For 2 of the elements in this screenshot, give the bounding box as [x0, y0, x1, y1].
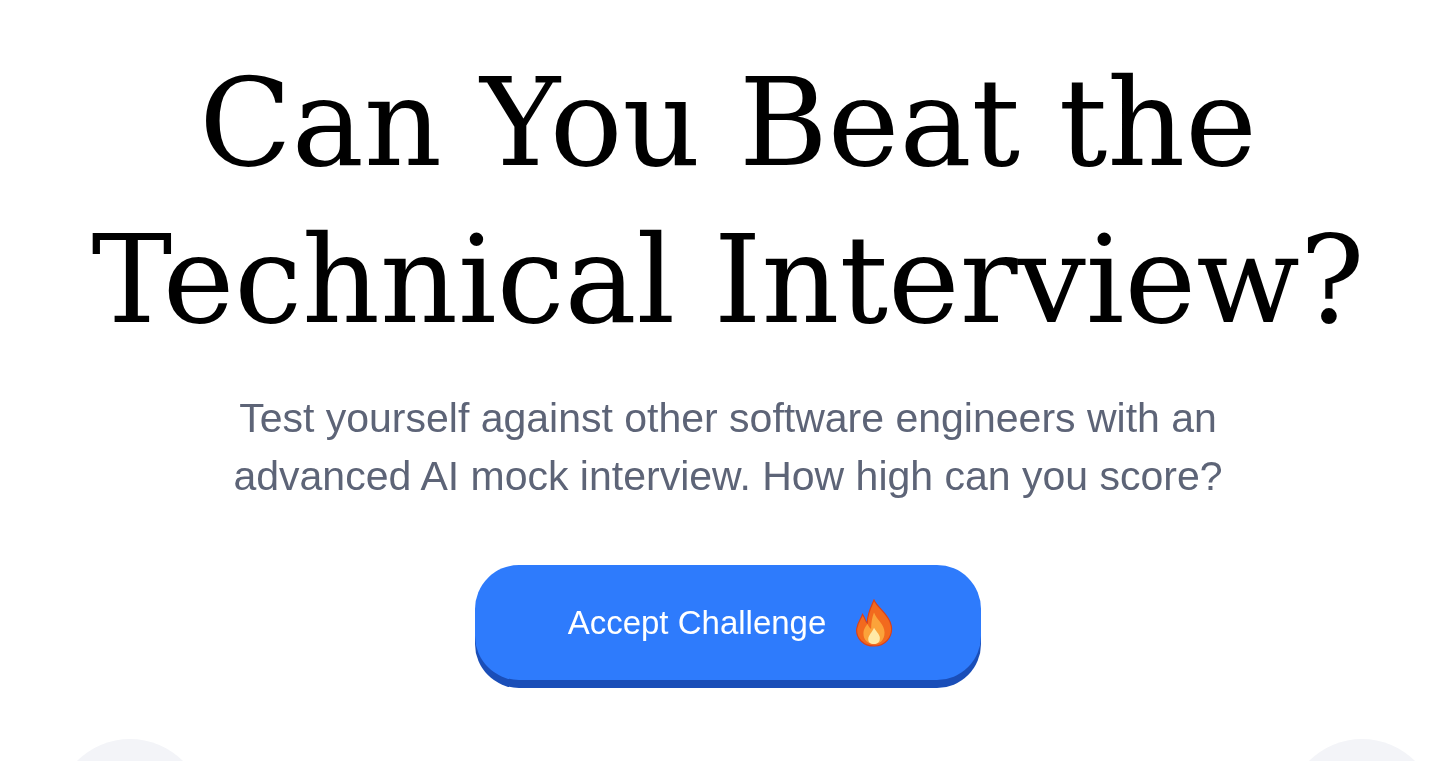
subheadline: Test yourself against other software engineers with an advanced AI mock interview. How high can you score?: [232, 394, 1224, 501]
headline: Can You Beat the Technical Interview?: [90, 52, 1366, 353]
